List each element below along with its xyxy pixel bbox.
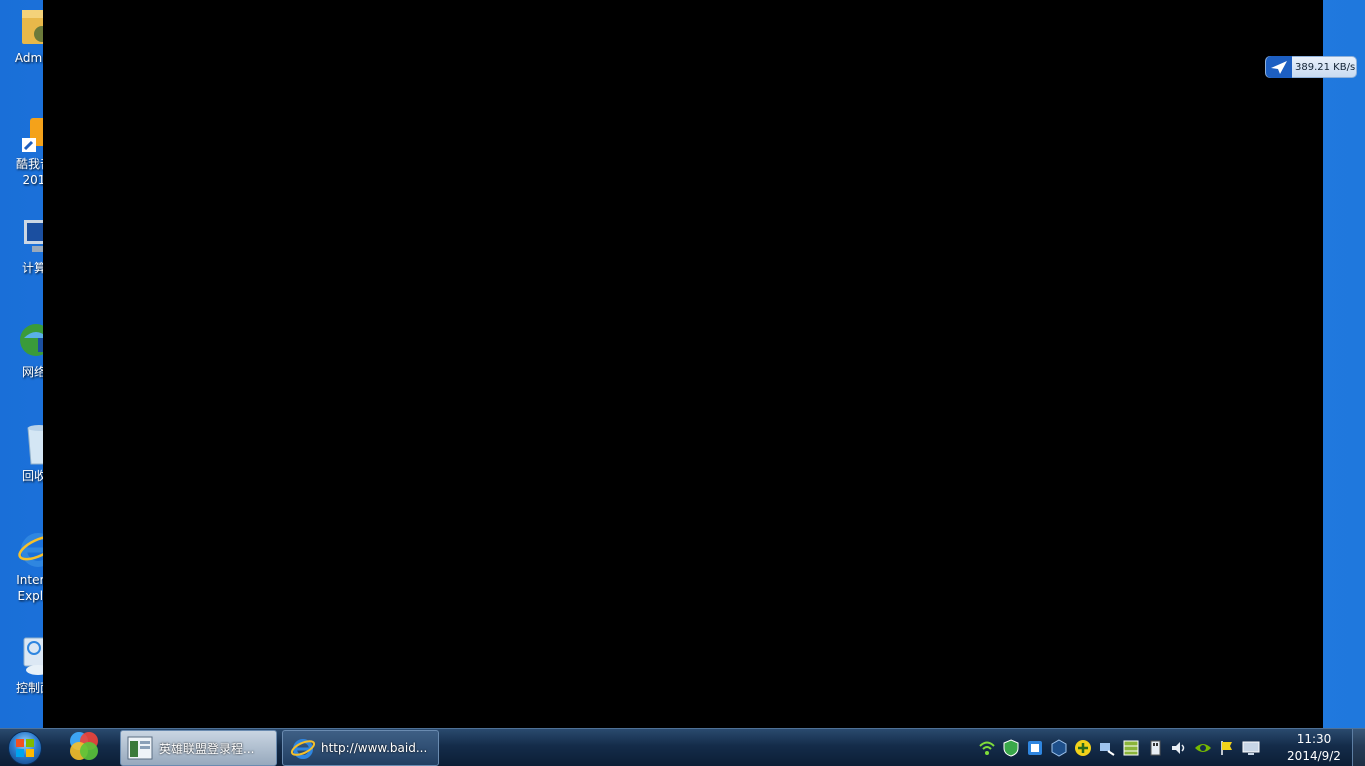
taskbar: 英雄联盟登录程... http://www.baid... 11:30 2014… <box>0 728 1365 766</box>
application-window[interactable] <box>43 0 1323 728</box>
ie-icon <box>289 735 316 761</box>
network-speed-text: 389.21 KB/s <box>1295 61 1356 73</box>
network-share-icon[interactable] <box>1098 739 1116 757</box>
plus-circle-icon[interactable] <box>1074 739 1092 757</box>
task-button-label: http://www.baid... <box>321 741 428 755</box>
show-desktop-button[interactable] <box>1352 729 1365 766</box>
window-app-icon <box>127 735 153 761</box>
clock-time: 11:30 <box>1296 732 1332 746</box>
windows-logo-icon <box>8 731 42 765</box>
airplane-icon <box>1266 56 1292 78</box>
flag-icon[interactable] <box>1218 739 1236 757</box>
task-button-lol-login[interactable]: 英雄联盟登录程... <box>120 730 277 766</box>
monitor-icon[interactable] <box>1242 739 1260 757</box>
colorful-app-icon <box>67 729 101 766</box>
shield-icon[interactable] <box>1002 739 1020 757</box>
clock[interactable]: 11:30 2014/9/2 <box>1280 731 1348 765</box>
start-button[interactable] <box>4 730 46 766</box>
task-button-label: 英雄联盟登录程... <box>159 741 255 756</box>
grid-icon[interactable] <box>1122 739 1140 757</box>
task-button-ie-baidu[interactable]: http://www.baid... <box>282 730 439 766</box>
pinned-app-button[interactable] <box>62 730 106 766</box>
system-tray <box>978 737 1260 759</box>
nvidia-icon[interactable] <box>1194 739 1212 757</box>
hexagon-icon[interactable] <box>1050 739 1068 757</box>
blue-app-icon[interactable] <box>1026 739 1044 757</box>
clock-date: 2014/9/2 <box>1287 749 1341 763</box>
usb-icon[interactable] <box>1146 739 1164 757</box>
volume-icon[interactable] <box>1170 739 1188 757</box>
wifi-icon[interactable] <box>978 739 996 757</box>
network-speed-widget[interactable]: 389.21 KB/s <box>1265 56 1357 78</box>
